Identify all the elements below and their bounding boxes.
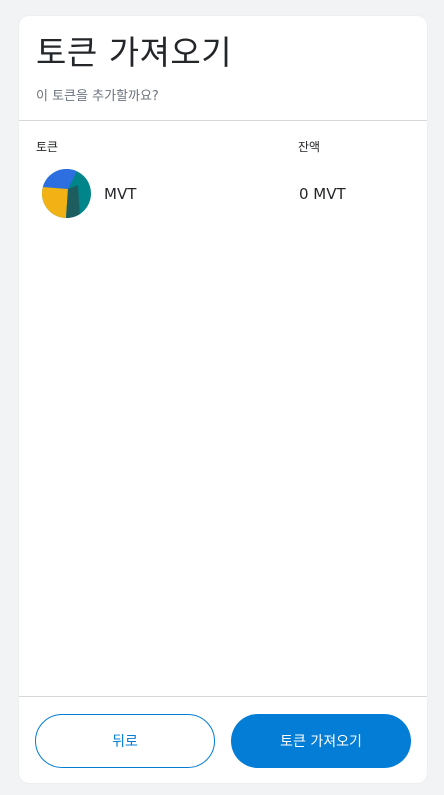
back-button[interactable]: 뒤로 — [35, 714, 215, 768]
page-title: 토큰 가져오기 — [36, 33, 233, 72]
footer-divider — [19, 696, 427, 697]
page-header: 토큰 가져오기 이 토큰을 추가할까요? — [19, 16, 427, 105]
token-row: MVT 0 MVT — [19, 166, 427, 222]
import-token-panel: 토큰 가져오기 이 토큰을 추가할까요? 토큰 잔액 MVT 0 MVT 뒤로 … — [19, 16, 427, 783]
token-symbol: MVT — [104, 185, 137, 203]
header-divider — [19, 120, 427, 121]
page-subtitle: 이 토큰을 추가할까요? — [36, 89, 159, 104]
mvt-token-icon — [42, 169, 91, 218]
column-header-balance: 잔액 — [298, 140, 321, 154]
import-token-button[interactable]: 토큰 가져오기 — [231, 714, 411, 768]
column-header-token: 토큰 — [36, 140, 59, 154]
token-balance: 0 MVT — [299, 185, 346, 203]
